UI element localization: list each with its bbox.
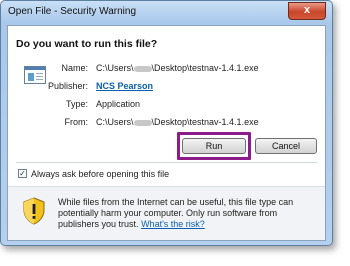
publisher-link[interactable]: NCS Pearson [96, 81, 153, 91]
dialog-body: Do you want to run this file? Name: C:\U… [7, 25, 326, 241]
run-button[interactable]: Run [182, 138, 246, 154]
warning-text: While files from the Internet can be use… [58, 197, 320, 230]
publisher-label: Publisher: [47, 81, 88, 91]
cancel-button[interactable]: Cancel [255, 138, 317, 154]
name-label: Name: [61, 63, 88, 73]
dialog-heading: Do you want to run this file? [16, 38, 158, 50]
always-ask-checkbox[interactable]: ✓ [18, 169, 27, 178]
security-warning-window: Open File - Security Warning x Do you wa… [0, 0, 333, 246]
redacted-username [133, 65, 152, 72]
title-bar[interactable]: Open File - Security Warning x [1, 1, 332, 25]
redacted-username [133, 119, 152, 126]
name-value: C:\Users\ \Desktop\testnav-1.4.1.exe [96, 63, 259, 73]
window-title: Open File - Security Warning [8, 6, 137, 17]
whats-the-risk-link[interactable]: What's the risk? [141, 219, 205, 229]
always-ask-label[interactable]: Always ask before opening this file [31, 169, 169, 179]
security-shield-icon [23, 197, 45, 225]
warning-panel: While files from the Internet can be use… [8, 186, 325, 240]
from-value: C:\Users\ \Desktop\testnav-1.4.1.exe [96, 117, 259, 127]
from-label: From: [64, 117, 89, 127]
type-value: Application [96, 99, 141, 109]
divider [16, 162, 317, 163]
close-button[interactable]: x [288, 2, 326, 20]
type-label: Type: [65, 99, 88, 109]
